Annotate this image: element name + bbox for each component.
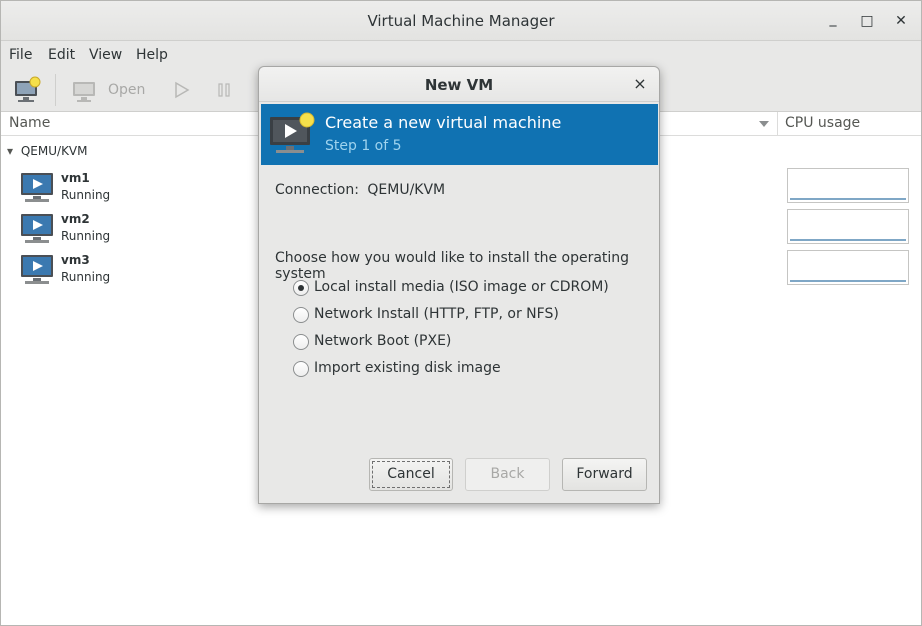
connection-label: QEMU/KVM bbox=[20, 144, 88, 158]
dialog-title: New VM bbox=[424, 76, 494, 94]
vm-monitor-icon bbox=[21, 173, 53, 202]
radio-button[interactable] bbox=[293, 307, 309, 323]
radio-button[interactable] bbox=[293, 361, 309, 377]
connection-group-row[interactable]: ▾ QEMU/KVM bbox=[7, 144, 88, 158]
cancel-button[interactable]: Cancel bbox=[369, 458, 453, 491]
minimize-button[interactable]: _ bbox=[823, 9, 843, 29]
pause-button[interactable] bbox=[211, 75, 237, 105]
new-vm-dialog: New VM × Create a new virtual machine St… bbox=[258, 66, 660, 504]
toolbar-separator bbox=[55, 74, 56, 106]
forward-button[interactable]: Forward bbox=[562, 458, 647, 491]
radio-button[interactable] bbox=[293, 334, 309, 350]
wizard-banner: Create a new virtual machine Step 1 of 5 bbox=[261, 104, 658, 165]
new-vm-button[interactable] bbox=[9, 75, 45, 105]
new-vm-wizard-icon bbox=[270, 112, 315, 153]
radio-button[interactable] bbox=[293, 280, 309, 296]
vm-name: vm2 bbox=[61, 212, 90, 226]
chevron-down-icon[interactable] bbox=[758, 120, 770, 128]
radio-label[interactable]: Network Boot (PXE) bbox=[314, 333, 451, 349]
connection-value: QEMU/KVM bbox=[367, 182, 446, 198]
vm-name: vm1 bbox=[61, 171, 90, 185]
menu-edit[interactable]: Edit bbox=[48, 47, 75, 63]
cpu-usage-graph bbox=[787, 250, 909, 285]
vm-row[interactable]: vm2 Running bbox=[19, 212, 259, 248]
maximize-button[interactable]: □ bbox=[857, 11, 877, 31]
vm-status: Running bbox=[61, 188, 111, 202]
run-button[interactable] bbox=[169, 75, 195, 105]
vm-status: Running bbox=[61, 270, 111, 284]
menu-bar: File Edit View Help bbox=[1, 41, 921, 68]
close-button[interactable]: ✕ bbox=[891, 11, 911, 31]
vm-monitor-icon bbox=[21, 214, 53, 243]
menu-help[interactable]: Help bbox=[136, 47, 168, 63]
install-method-prompt: Choose how you would like to install the… bbox=[275, 250, 630, 282]
open-label[interactable]: Open bbox=[108, 82, 145, 98]
connection-info: Connection: QEMU/KVM bbox=[275, 182, 445, 198]
expander-arrow-icon[interactable]: ▾ bbox=[7, 144, 13, 158]
monitor-icon bbox=[73, 82, 95, 102]
cpu-usage-line bbox=[790, 280, 906, 282]
banner-title: Create a new virtual machine bbox=[325, 113, 562, 132]
vm-status: Running bbox=[61, 229, 111, 243]
back-button[interactable]: Back bbox=[465, 458, 550, 491]
dialog-title-bar: New VM × bbox=[259, 67, 659, 102]
cpu-usage-graph bbox=[787, 168, 909, 203]
title-bar: Virtual Machine Manager _ □ ✕ bbox=[1, 1, 921, 41]
radio-label[interactable]: Import existing disk image bbox=[314, 360, 501, 376]
vm-name: vm3 bbox=[61, 253, 90, 267]
cpu-usage-line bbox=[790, 198, 906, 200]
open-console-button[interactable] bbox=[67, 75, 101, 105]
cpu-usage-line bbox=[790, 239, 906, 241]
pause-icon bbox=[218, 83, 230, 97]
column-cpu-usage[interactable]: CPU usage bbox=[785, 115, 860, 131]
connection-label: Connection: bbox=[275, 182, 359, 198]
vm-row[interactable]: vm3 Running bbox=[19, 253, 259, 289]
banner-step: Step 1 of 5 bbox=[325, 138, 402, 154]
dialog-close-icon[interactable]: × bbox=[631, 75, 649, 93]
column-name[interactable]: Name bbox=[9, 115, 50, 131]
radio-label[interactable]: Network Install (HTTP, FTP, or NFS) bbox=[314, 306, 559, 322]
new-vm-icon bbox=[15, 76, 41, 102]
menu-file[interactable]: File bbox=[9, 47, 32, 63]
play-icon bbox=[175, 81, 190, 99]
window-title: Virtual Machine Manager bbox=[367, 12, 555, 30]
vm-monitor-icon bbox=[21, 255, 53, 284]
column-divider bbox=[777, 112, 778, 136]
radio-label[interactable]: Local install media (ISO image or CDROM) bbox=[314, 279, 609, 295]
cpu-usage-graph bbox=[787, 209, 909, 244]
vm-row[interactable]: vm1 Running bbox=[19, 171, 259, 207]
menu-view[interactable]: View bbox=[89, 47, 122, 63]
